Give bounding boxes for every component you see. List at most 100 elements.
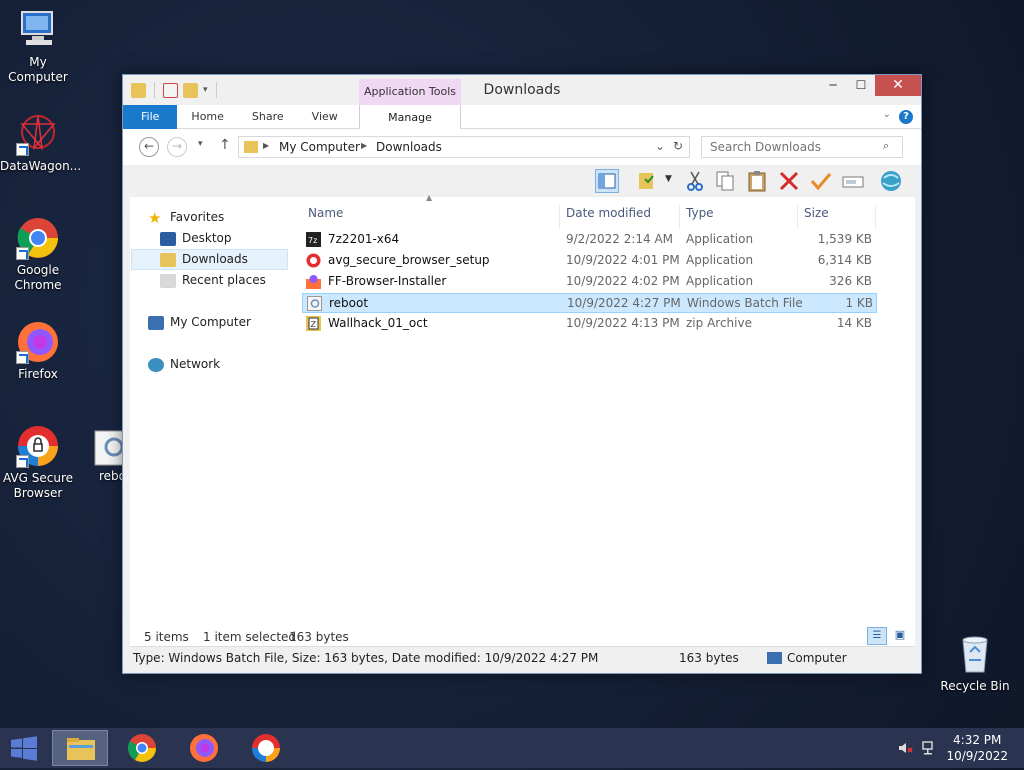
desktop-icon-label: DataWagon... [0,159,82,173]
file-type: Application [686,232,754,246]
cut-icon[interactable] [683,169,707,193]
desktop-icon-my-computer[interactable]: My Computer [0,8,76,85]
tab-share[interactable]: Share [238,105,298,129]
paste-icon[interactable] [745,169,769,193]
chevron-right-icon[interactable]: ▶ [361,141,367,150]
avg-browser-icon [16,424,60,468]
file-date: 10/9/2022 4:01 PM [566,253,680,267]
copy-icon[interactable] [713,169,737,193]
desktop-icon-avg-secure-browser[interactable]: AVG Secure Browser [0,424,76,501]
breadcrumb-downloads[interactable]: Downloads [376,140,442,154]
status-size: 163 bytes [679,651,739,665]
search-input[interactable] [701,136,903,158]
nav-item-label: Downloads [182,252,248,266]
close-button[interactable]: ✕ [875,75,921,96]
desktop-icon-label: My Computer [8,55,68,84]
file-date: 10/9/2022 4:27 PM [567,296,681,310]
network-icon [148,357,164,372]
breadcrumb-my-computer[interactable]: My Computer [279,140,360,154]
command-toolbar: ▼ [123,165,921,197]
file-date: 10/9/2022 4:02 PM [566,274,680,288]
file-row-wallhack[interactable]: Z Wallhack_01_oct 10/9/2022 4:13 PM zip … [302,314,877,334]
file-name: avg_secure_browser_setup [328,253,490,267]
column-header-type[interactable]: Type [680,205,798,229]
tab-view[interactable]: View [298,105,352,129]
nav-item-label: Favorites [170,210,225,224]
address-bar[interactable]: ▶ My Computer ▶ Downloads ⌄ ↻ [238,136,690,158]
shortcut-arrow-icon [16,247,29,260]
column-header-date[interactable]: Date modified [560,205,680,229]
chevron-down-icon[interactable]: ⌄ [655,139,665,153]
recent-places-icon [160,273,176,288]
system-clock[interactable]: 4:32 PM 10/9/2022 [946,732,1008,764]
file-row-7z2201[interactable]: 7z 7z2201-x64 9/2/2022 2:14 AM Applicati… [302,230,877,250]
item-count: 5 items [144,630,189,644]
chevron-right-icon[interactable]: ▶ [263,141,269,150]
nav-network[interactable]: Network [148,354,306,375]
rename-icon[interactable] [841,169,865,193]
taskbar-file-explorer[interactable] [52,730,108,766]
file-row-avg-setup[interactable]: avg_secure_browser_setup 10/9/2022 4:01 … [302,251,877,271]
forward-button[interactable]: → [167,137,187,157]
file-size: 1,539 KB [817,232,872,246]
checkmark-icon[interactable] [809,169,833,193]
sort-arrow-icon: ▲ [426,193,433,202]
status-location: Computer [787,651,847,665]
nav-favorites[interactable]: ★ Favorites [148,207,306,228]
nav-recent-places[interactable]: Recent places [160,270,318,291]
search-icon[interactable]: ⌕ [883,139,889,153]
up-arrow-icon[interactable]: ↑ [219,137,231,153]
svg-text:Z: Z [311,320,317,329]
computer-icon [148,315,164,330]
speaker-muted-icon[interactable] [897,740,913,756]
large-icons-view-icon[interactable]: ▣ [891,627,909,645]
window-title: Downloads [483,82,561,98]
taskbar-chrome[interactable] [114,730,170,766]
firefox-icon [16,320,60,364]
refresh-icon[interactable]: ↻ [673,139,683,153]
preview-pane-icon[interactable] [595,169,619,193]
chrome-icon [16,216,60,260]
clock-date: 10/9/2022 [946,749,1008,763]
minimize-button[interactable]: ─ [819,75,847,96]
expand-ribbon-icon[interactable]: ⌄ [883,109,891,120]
tab-file[interactable]: File [123,105,178,129]
recycle-bin-icon [953,632,997,676]
batch-file-icon [307,296,322,311]
delete-icon[interactable] [777,169,801,193]
web-globe-icon[interactable] [879,169,903,193]
computer-icon [767,652,782,664]
file-size: 14 KB [836,316,872,330]
navigation-pane: ★ Favorites Desktop Downloads Recent pla… [130,197,300,645]
nav-item-label: Recent places [182,273,266,287]
back-button[interactable]: ← [139,137,159,157]
nav-desktop[interactable]: Desktop [160,228,318,249]
desktop-icon-firefox[interactable]: Firefox [0,320,76,382]
file-type: Application [686,253,754,267]
tab-home[interactable]: Home [177,105,237,129]
nav-my-computer[interactable]: My Computer [148,312,306,333]
column-header-name[interactable]: Name [302,205,560,229]
taskbar-firefox[interactable] [176,730,232,766]
column-header-size[interactable]: Size [798,205,876,229]
start-button[interactable] [0,730,48,766]
file-row-reboot[interactable]: reboot 10/9/2022 4:27 PM Windows Batch F… [302,293,877,313]
desktop-icon-recycle-bin[interactable]: Recycle Bin [937,632,1013,694]
content-area: ★ Favorites Desktop Downloads Recent pla… [130,193,915,645]
desktop-icon-datawagon[interactable]: DataWagon... [0,112,82,174]
details-view-icon[interactable]: ☰ [867,627,887,645]
help-icon[interactable]: ? [899,110,913,124]
recent-locations-icon[interactable]: ▾ [198,139,203,149]
details-status-bar: Type: Windows Batch File, Size: 163 byte… [130,646,915,668]
tab-manage[interactable]: Manage [359,105,461,129]
nav-downloads[interactable]: Downloads [131,249,288,270]
taskbar-avg-secure-browser[interactable] [238,730,294,766]
properties-icon[interactable] [635,169,659,193]
network-status-icon[interactable] [921,740,937,756]
chevron-down-icon[interactable]: ▼ [665,174,672,184]
maximize-button[interactable]: ☐ [847,75,875,96]
desktop-icon-google-chrome[interactable]: Google Chrome [0,216,76,293]
file-row-ff-installer[interactable]: FF-Browser-Installer 10/9/2022 4:02 PM A… [302,272,877,292]
desktop-icon-label: Recycle Bin [940,679,1010,693]
title-bar[interactable]: ▾ Application Tools Downloads ─ ☐ ✕ [123,75,921,105]
